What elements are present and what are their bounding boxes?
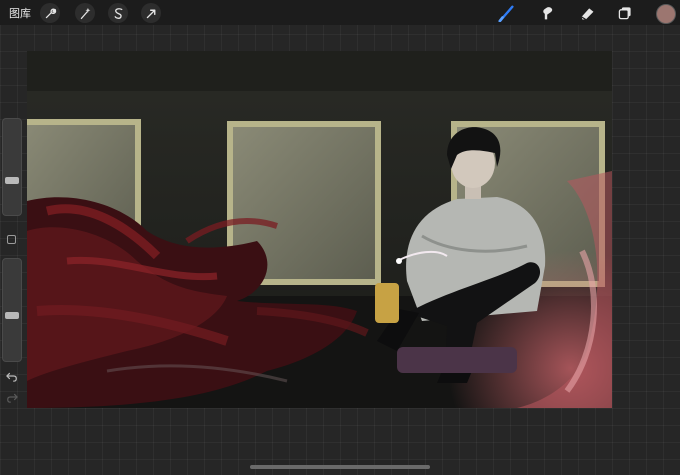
- drawing-canvas[interactable]: [27, 51, 612, 408]
- brush-size-handle[interactable]: [5, 177, 19, 185]
- modify-button[interactable]: [7, 235, 16, 244]
- artwork-illustration: [27, 51, 612, 408]
- top-toolbar: 图库: [0, 0, 680, 25]
- undo-icon[interactable]: [5, 369, 19, 383]
- opacity-handle[interactable]: [5, 312, 19, 320]
- magic-wand-icon[interactable]: [75, 3, 95, 23]
- left-sidebar: [2, 118, 22, 410]
- selection-s-icon[interactable]: [108, 3, 128, 23]
- home-indicator: [250, 465, 430, 469]
- brush-size-slider[interactable]: [2, 118, 22, 216]
- color-swatch[interactable]: [656, 4, 676, 24]
- eraser-icon[interactable]: [576, 3, 598, 23]
- layers-icon[interactable]: [614, 3, 636, 23]
- transform-arrow-icon[interactable]: [141, 3, 161, 23]
- opacity-slider[interactable]: [2, 258, 22, 362]
- brush-icon[interactable]: [496, 3, 518, 23]
- gallery-button[interactable]: 图库: [9, 5, 31, 21]
- smudge-icon[interactable]: [537, 3, 559, 23]
- wrench-icon[interactable]: [40, 3, 60, 23]
- redo-icon[interactable]: [5, 390, 19, 404]
